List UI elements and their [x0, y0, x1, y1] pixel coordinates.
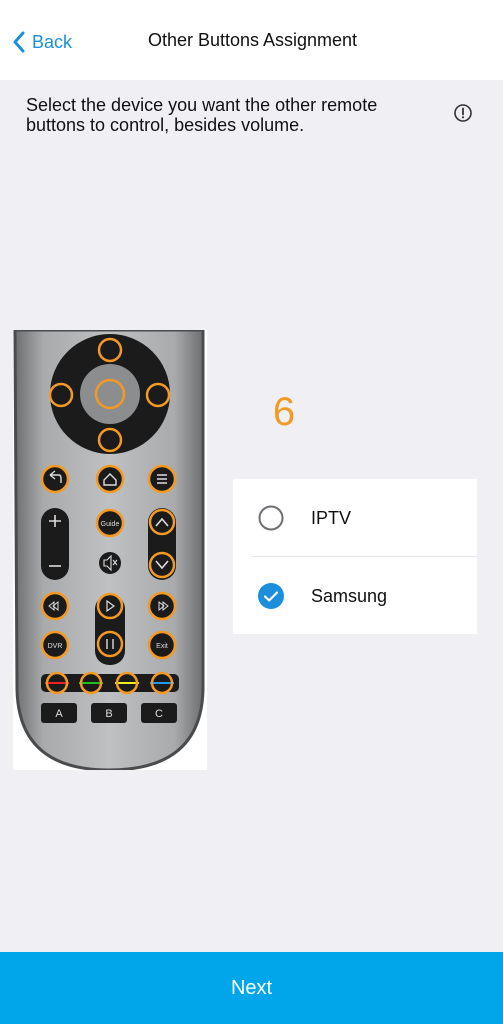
remote-illustration: Guide DVR Exit A B C — [13, 330, 207, 770]
device-list: IPTV Samsung — [233, 479, 477, 634]
guide-key-label: Guide — [101, 521, 120, 528]
device-label: IPTV — [311, 508, 352, 528]
a-key-label: A — [55, 708, 63, 720]
info-icon[interactable] — [454, 104, 472, 122]
exit-key-label: Exit — [156, 643, 168, 650]
device-option-samsung[interactable]: Samsung — [233, 557, 477, 634]
instruction-text: Select the device you want the other rem… — [26, 95, 378, 135]
page-title: Other Buttons Assignment — [147, 30, 358, 50]
radio-unchecked-icon[interactable] — [258, 505, 284, 531]
step-number: 6 — [272, 390, 296, 434]
device-label: Samsung — [311, 586, 388, 606]
top-bar: Back Other Buttons Assignment — [0, 0, 503, 80]
dvr-key-label: DVR — [48, 643, 63, 650]
radio-checked-icon[interactable] — [258, 583, 284, 609]
device-option-iptv[interactable]: IPTV — [233, 479, 477, 557]
b-key-label: B — [105, 708, 112, 720]
next-button[interactable]: Next — [0, 952, 503, 1024]
c-key-label: C — [155, 708, 163, 720]
